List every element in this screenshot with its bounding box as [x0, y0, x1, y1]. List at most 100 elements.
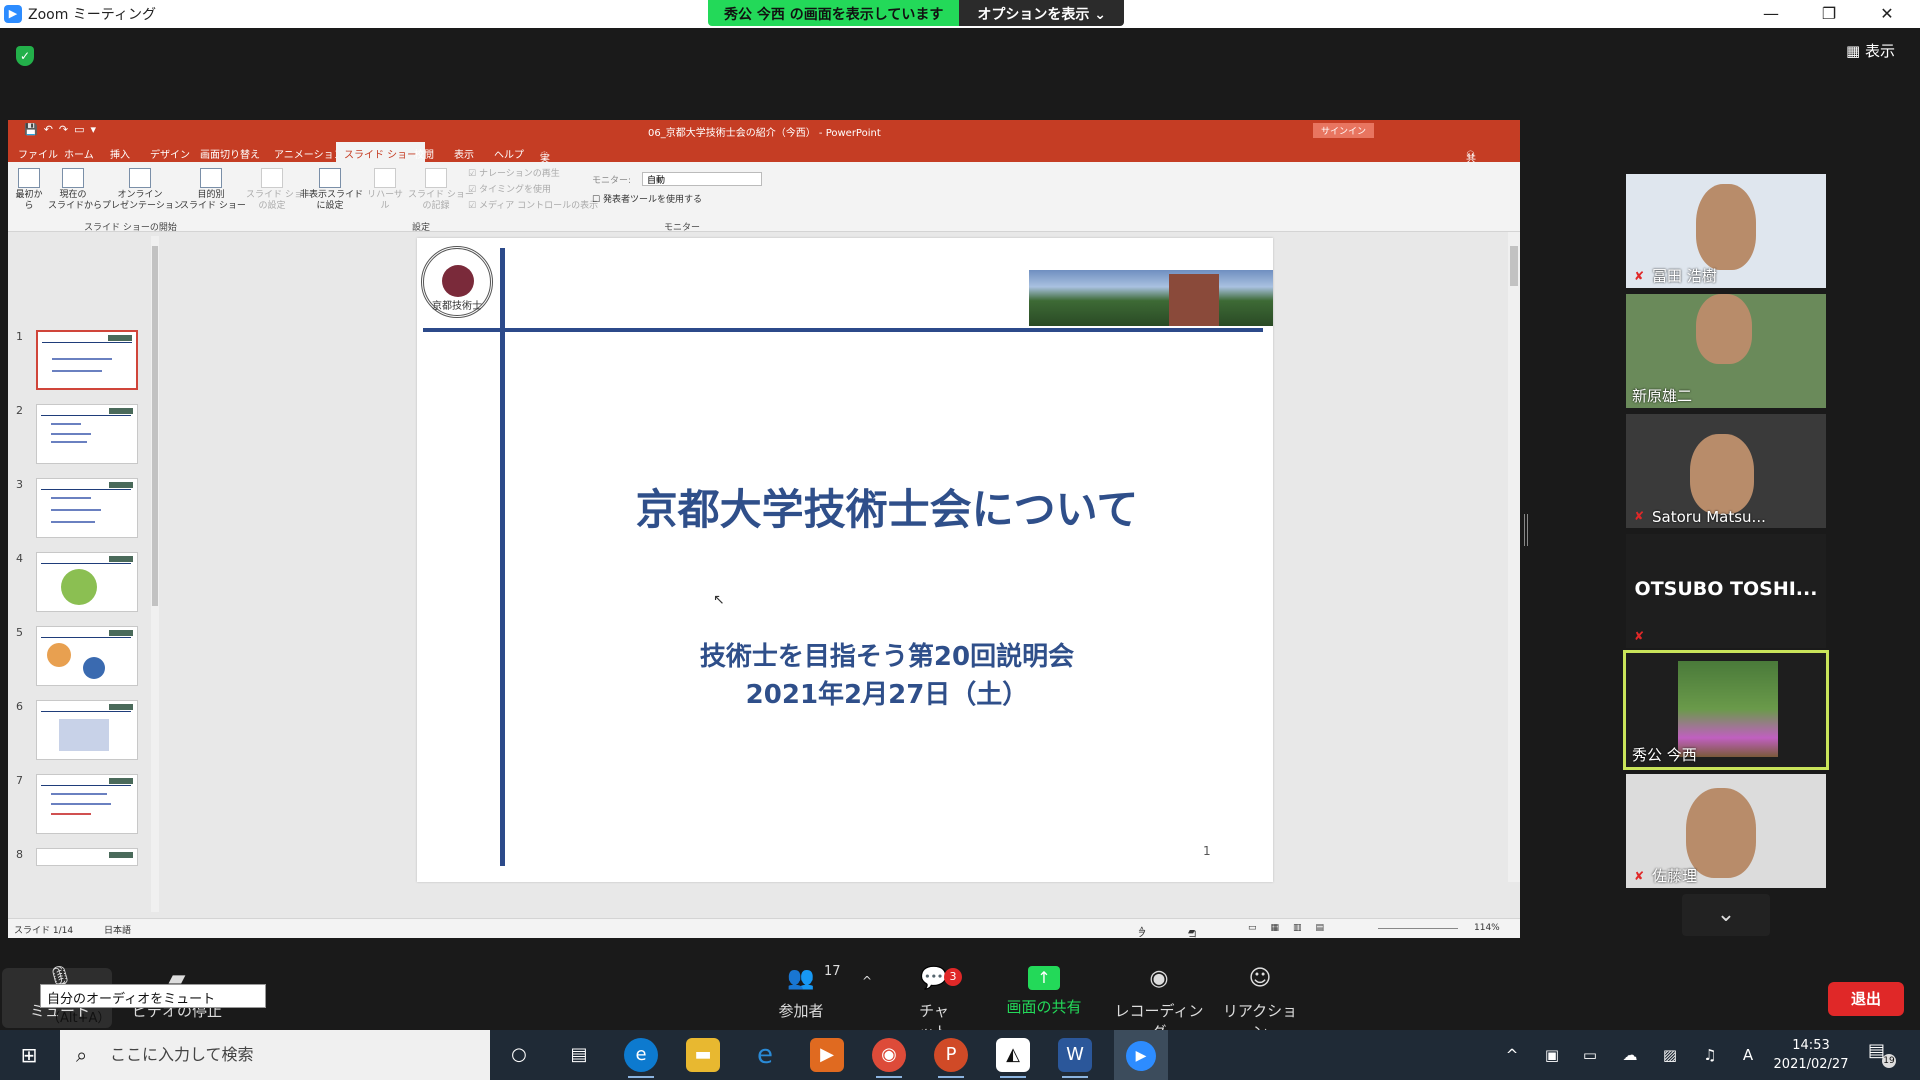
participant-tile[interactable]: ✘ 佐藤理: [1626, 774, 1826, 888]
online-present-button[interactable]: オンライン プレゼンテーション: [102, 168, 183, 212]
close-icon[interactable]: ✕: [1864, 0, 1910, 28]
thumb-line: [51, 423, 81, 425]
edge-icon[interactable]: e: [624, 1038, 658, 1078]
timing-label: タイミングを使用: [478, 185, 551, 195]
custom-show-button[interactable]: 目的別 スライド ショー: [180, 168, 246, 212]
thumb-rule: [41, 711, 131, 712]
language-indicator[interactable]: 日本語: [104, 923, 131, 936]
scrollbar-thumb[interactable]: [1510, 246, 1518, 286]
tab-insert[interactable]: 挿入: [110, 146, 130, 161]
participant-tile[interactable]: 新原雄二: [1626, 294, 1826, 408]
timing-checkbox[interactable]: ☑ タイミングを使用: [468, 182, 551, 195]
slide-thumbnail[interactable]: [36, 330, 138, 390]
tray-expand-icon[interactable]: ^: [1500, 1030, 1524, 1080]
slide-thumbnail[interactable]: [36, 700, 138, 760]
network-icon[interactable]: ▨: [1658, 1030, 1682, 1080]
narration-checkbox[interactable]: ☑ ナレーションの再生: [468, 166, 560, 179]
cortana-icon[interactable]: ○: [502, 1038, 536, 1072]
rehearse-button[interactable]: リハーサル: [364, 168, 406, 212]
minimize-icon[interactable]: —: [1748, 0, 1794, 28]
restore-icon[interactable]: ❐: [1806, 0, 1852, 28]
from-start-button[interactable]: 最初から: [12, 168, 46, 212]
panel-splitter-handle[interactable]: [1524, 514, 1528, 546]
thumbnail-scrollbar[interactable]: [151, 236, 159, 912]
tab-review[interactable]: 校閲: [414, 146, 434, 161]
leave-button[interactable]: 退出: [1828, 982, 1904, 1016]
notes-label: ノート: [1138, 930, 1148, 938]
tab-file[interactable]: ファイル: [18, 146, 58, 161]
tab-transitions[interactable]: 画面切り替え: [200, 146, 260, 161]
tab-view[interactable]: 表示: [454, 146, 474, 161]
slide-thumbnail-pane: 1 2 3 4 5 6 7 8: [8, 232, 158, 918]
thumb-donut: [83, 657, 105, 679]
participant-tile[interactable]: ✘ Satoru Matsu...: [1626, 414, 1826, 528]
task-view-icon[interactable]: ▤: [562, 1038, 596, 1072]
tab-home[interactable]: ホーム: [64, 146, 94, 161]
view-button[interactable]: ▦ 表示: [1846, 40, 1895, 61]
security-shield-icon[interactable]: ✓: [16, 46, 34, 66]
scrollbar-thumb[interactable]: [152, 246, 158, 606]
media-player-icon[interactable]: ▶: [810, 1038, 844, 1072]
slide-thumbnail[interactable]: [36, 478, 138, 538]
record-show-icon: [425, 168, 447, 188]
current-slide[interactable]: 京都技術士 京都大学技術士会について 技術士を目指そう第20回説明会 2021年…: [417, 238, 1273, 882]
online-present-icon: [129, 168, 151, 188]
slide-thumbnail[interactable]: [36, 626, 138, 686]
slide-scrollbar[interactable]: [1508, 232, 1520, 882]
tab-animations[interactable]: アニメーション: [274, 146, 344, 161]
ime-indicator[interactable]: A: [1736, 1030, 1760, 1080]
internet-explorer-icon[interactable]: e: [748, 1038, 782, 1072]
participants-caret-icon[interactable]: ^: [862, 974, 872, 988]
tab-slideshow[interactable]: スライド ショー: [336, 142, 426, 162]
zoom-level[interactable]: 114%: [1474, 923, 1500, 933]
powerpoint-icon[interactable]: P: [934, 1038, 968, 1078]
media-controls-checkbox[interactable]: ☑ メディア コントロールの表示: [468, 198, 598, 211]
participant-name: Satoru Matsu...: [1652, 508, 1766, 526]
notification-center-button[interactable]: ▤ 19: [1868, 1040, 1896, 1068]
chrome-icon[interactable]: ◉: [872, 1038, 906, 1078]
participant-tile[interactable]: ✘ 冨田 浩樹: [1626, 174, 1826, 288]
gallery-scroll-down-button[interactable]: ⌄: [1682, 894, 1770, 936]
view-switcher[interactable]: ▭▦▥▤: [1248, 923, 1338, 933]
setup-show-button[interactable]: スライド ショー の設定: [246, 168, 312, 212]
volume-icon[interactable]: ♫: [1698, 1030, 1722, 1080]
from-current-button[interactable]: 現在の スライドから: [48, 168, 102, 212]
slide-thumbnail[interactable]: [36, 404, 138, 464]
taskbar-clock[interactable]: 14:53 2021/02/27: [1764, 1036, 1858, 1074]
slide-horizontal-rule: [423, 328, 1263, 332]
grid-icon: ▦: [1846, 42, 1865, 60]
participant-tile[interactable]: OTSUBO TOSHI... ✘: [1626, 534, 1826, 648]
hide-slide-button[interactable]: 非表示スライド に設定: [300, 168, 363, 212]
monitor-select[interactable]: 自動: [642, 172, 762, 186]
thumb-number: 3: [16, 478, 23, 491]
tab-help[interactable]: ヘルプ: [494, 146, 524, 161]
sketch-app-icon[interactable]: ◭: [996, 1038, 1030, 1078]
slide-thumbnail[interactable]: [36, 848, 138, 866]
battery-icon[interactable]: ▭: [1578, 1030, 1602, 1080]
tab-design[interactable]: デザイン: [150, 146, 190, 161]
kyoto-seal-logo: 京都技術士: [421, 246, 493, 318]
active-speaker-tile[interactable]: 秀公 今西: [1623, 650, 1829, 770]
slide-thumbnail[interactable]: [36, 552, 138, 612]
view-options-button[interactable]: オプションを表示 ⌄: [959, 0, 1124, 26]
onedrive-icon[interactable]: ☁: [1618, 1030, 1642, 1080]
file-explorer-icon[interactable]: ▬: [686, 1038, 720, 1072]
muted-mic-icon: ✘: [1634, 509, 1645, 523]
zoom-slider[interactable]: [1378, 928, 1458, 929]
zoom-taskbar-icon[interactable]: ▶: [1114, 1030, 1168, 1080]
word-icon[interactable]: W: [1058, 1038, 1092, 1078]
meet-now-icon[interactable]: ▣: [1540, 1030, 1564, 1080]
participants-button[interactable]: 👥 参加者 17: [776, 964, 840, 1021]
start-button[interactable]: ⊞: [0, 1030, 58, 1080]
share-screen-button[interactable]: ↑ 画面の共有: [1006, 966, 1082, 1017]
presenter-view-checkbox[interactable]: ☐ 発表者ツールを使用する: [592, 192, 702, 205]
custom-show-label: 目的別 スライド ショー: [180, 190, 246, 211]
thumb-line: [51, 509, 101, 511]
taskbar-search-box[interactable]: ⌕ ここに入力して検索: [60, 1030, 490, 1080]
signin-button[interactable]: サインイン: [1313, 123, 1375, 138]
seal-text: 京都技術士: [432, 301, 482, 312]
slide-thumbnail[interactable]: [36, 774, 138, 834]
thumb-image: [109, 556, 133, 562]
quick-access-toolbar[interactable]: 💾↶↷▭▾: [24, 123, 102, 136]
record-show-button[interactable]: スライド ショー の記録: [408, 168, 474, 212]
